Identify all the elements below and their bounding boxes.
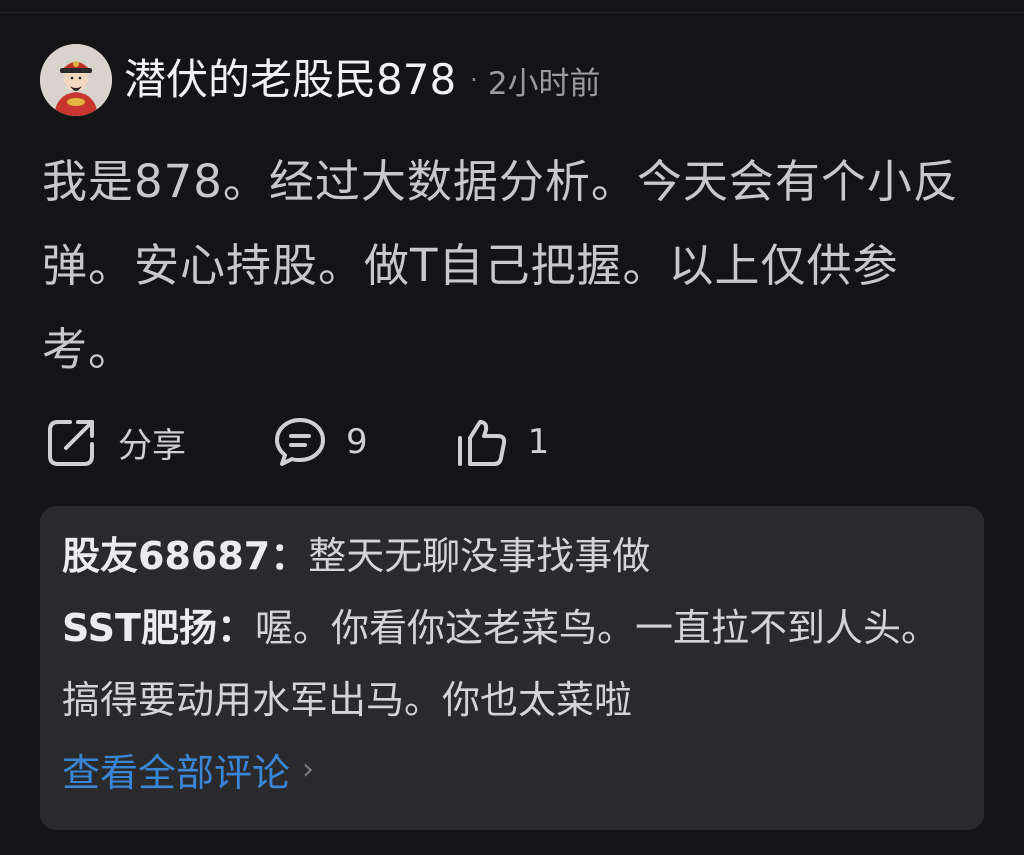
comment-button[interactable]: 9: [272, 414, 368, 470]
like-count: 1: [527, 422, 550, 462]
comment-author[interactable]: 股友68687: [62, 534, 270, 578]
view-all-label: 查看全部评论: [62, 751, 291, 795]
share-label: 分享: [118, 425, 186, 466]
post-content[interactable]: 我是878。经过大数据分析。今天会有个小反弹。安心持股。做T自己把握。以上仅供参…: [42, 140, 972, 392]
action-bar: 分享 9 1: [44, 412, 549, 472]
post-time: 2小时前: [487, 65, 601, 102]
share-icon: [48, 420, 94, 466]
comments-preview: 股友68687：整天无聊没事找事做 SST肥扬：喔。你看你这老菜鸟。一直拉不到人…: [40, 506, 984, 830]
view-all-comments-link[interactable]: 查看全部评论 ›: [62, 742, 962, 797]
chevron-right-icon: ›: [302, 752, 315, 787]
thumbs-up-icon: [457, 420, 506, 466]
like-button[interactable]: 1: [454, 414, 550, 470]
comment-bubble-icon: [275, 418, 325, 466]
comment-item[interactable]: SST肥扬：喔。你看你这老菜鸟。一直拉不到人头。搞得要动用水军出马。你也太菜啦: [62, 592, 962, 736]
comment-text: 整天无聊没事找事做: [308, 534, 651, 578]
comment-count: 9: [346, 422, 368, 462]
comment-separator: ：: [270, 534, 309, 578]
comment-author[interactable]: SST肥扬: [62, 606, 217, 650]
avatar[interactable]: [40, 44, 112, 116]
share-button[interactable]: 分享: [44, 414, 186, 470]
comment-item[interactable]: 股友68687：整天无聊没事找事做: [62, 520, 962, 592]
meta-separator: ·: [470, 66, 478, 94]
comment-separator: ：: [216, 606, 255, 650]
caishen-avatar-icon: [40, 44, 112, 116]
top-divider: [0, 12, 1024, 13]
post-header: 潜伏的老股民878 · 2小时前: [40, 44, 601, 116]
author-name[interactable]: 潜伏的老股民878: [124, 59, 456, 101]
